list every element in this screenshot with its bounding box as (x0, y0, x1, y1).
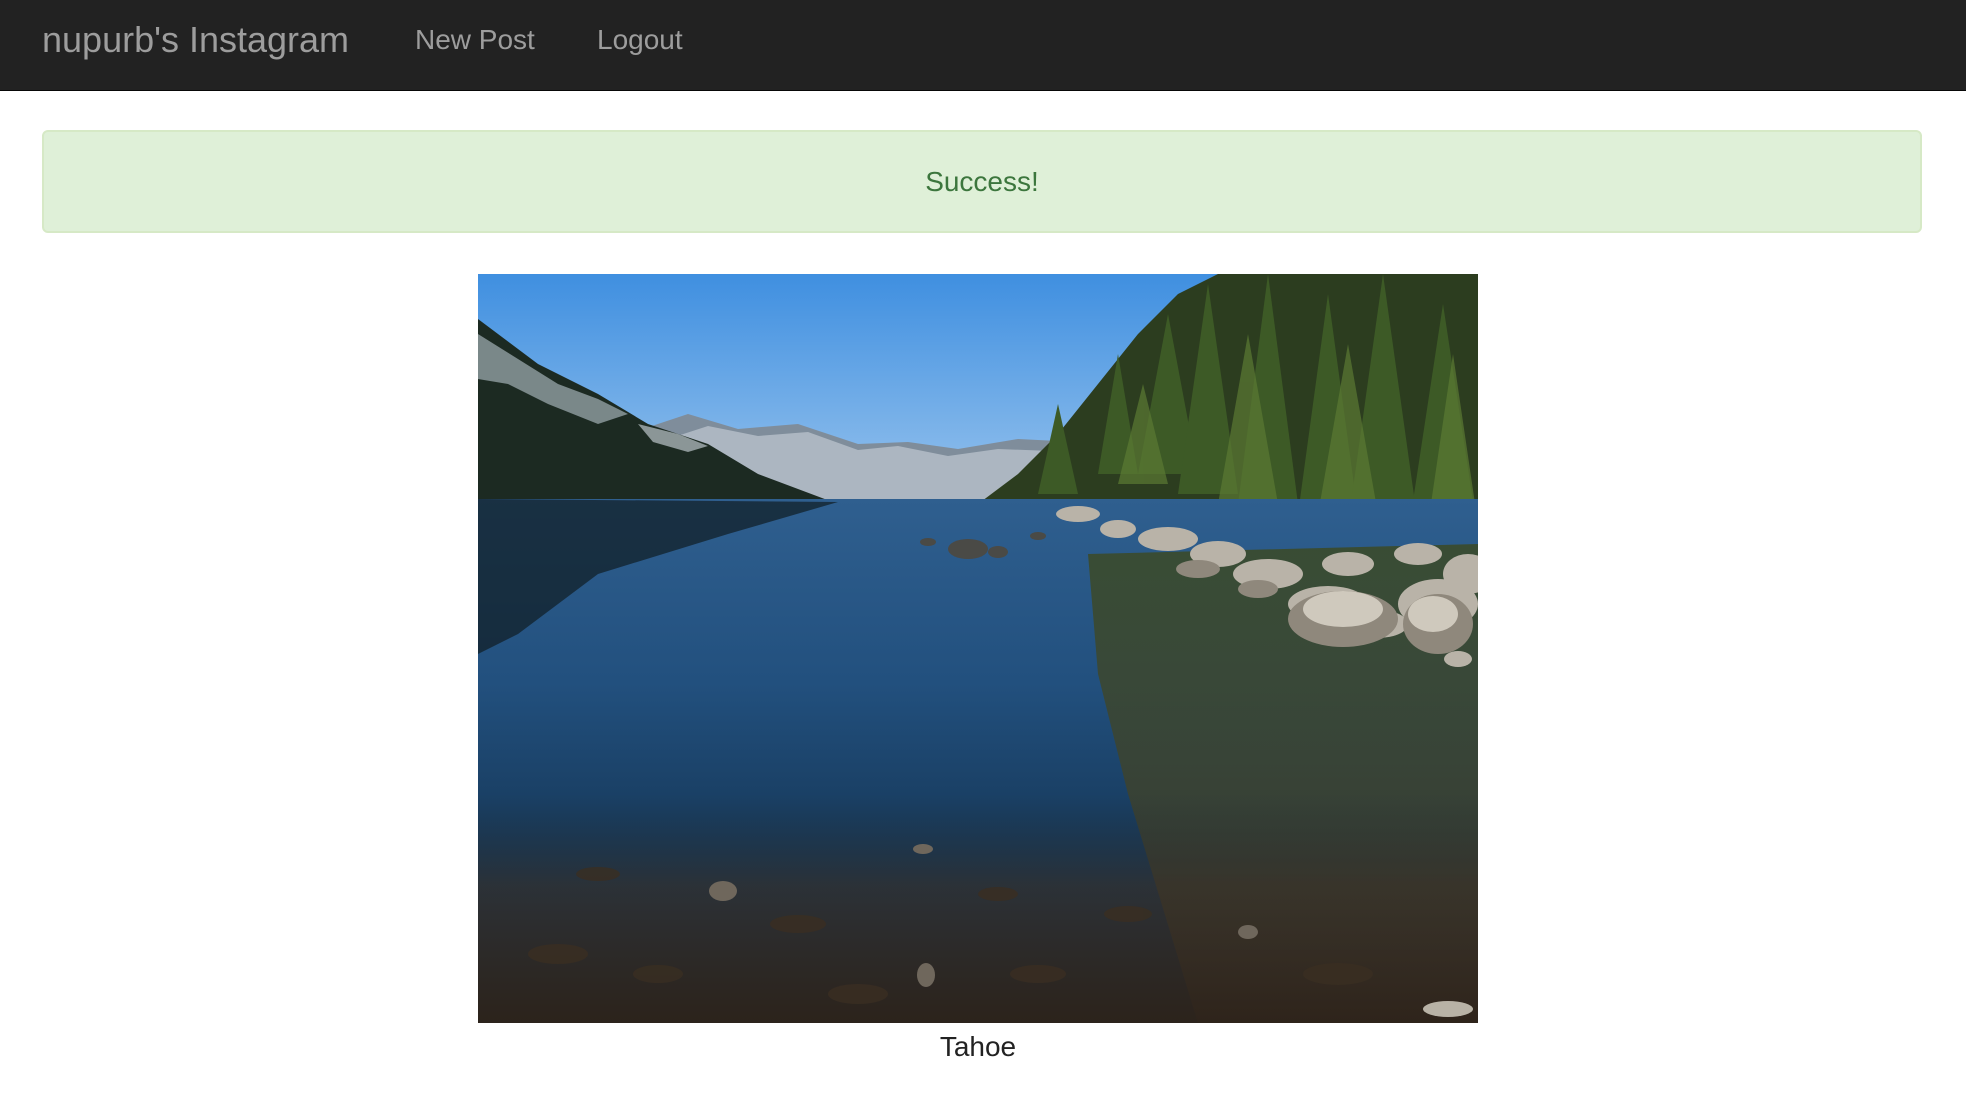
nav-logout-link[interactable]: Logout (597, 0, 683, 91)
post-card: Tahoe (478, 274, 1478, 1067)
post-caption: Tahoe (939, 1031, 1017, 1062)
nav-new-post-link[interactable]: New Post (415, 0, 535, 91)
success-alert: Success! (42, 130, 1922, 233)
brand-link[interactable]: nupurb's Instagram (42, 0, 349, 91)
lake-landscape-image (478, 274, 1478, 1023)
top-navbar: nupurb's Instagram New Post Logout (0, 0, 1966, 91)
post-photo[interactable] (478, 274, 1478, 1023)
